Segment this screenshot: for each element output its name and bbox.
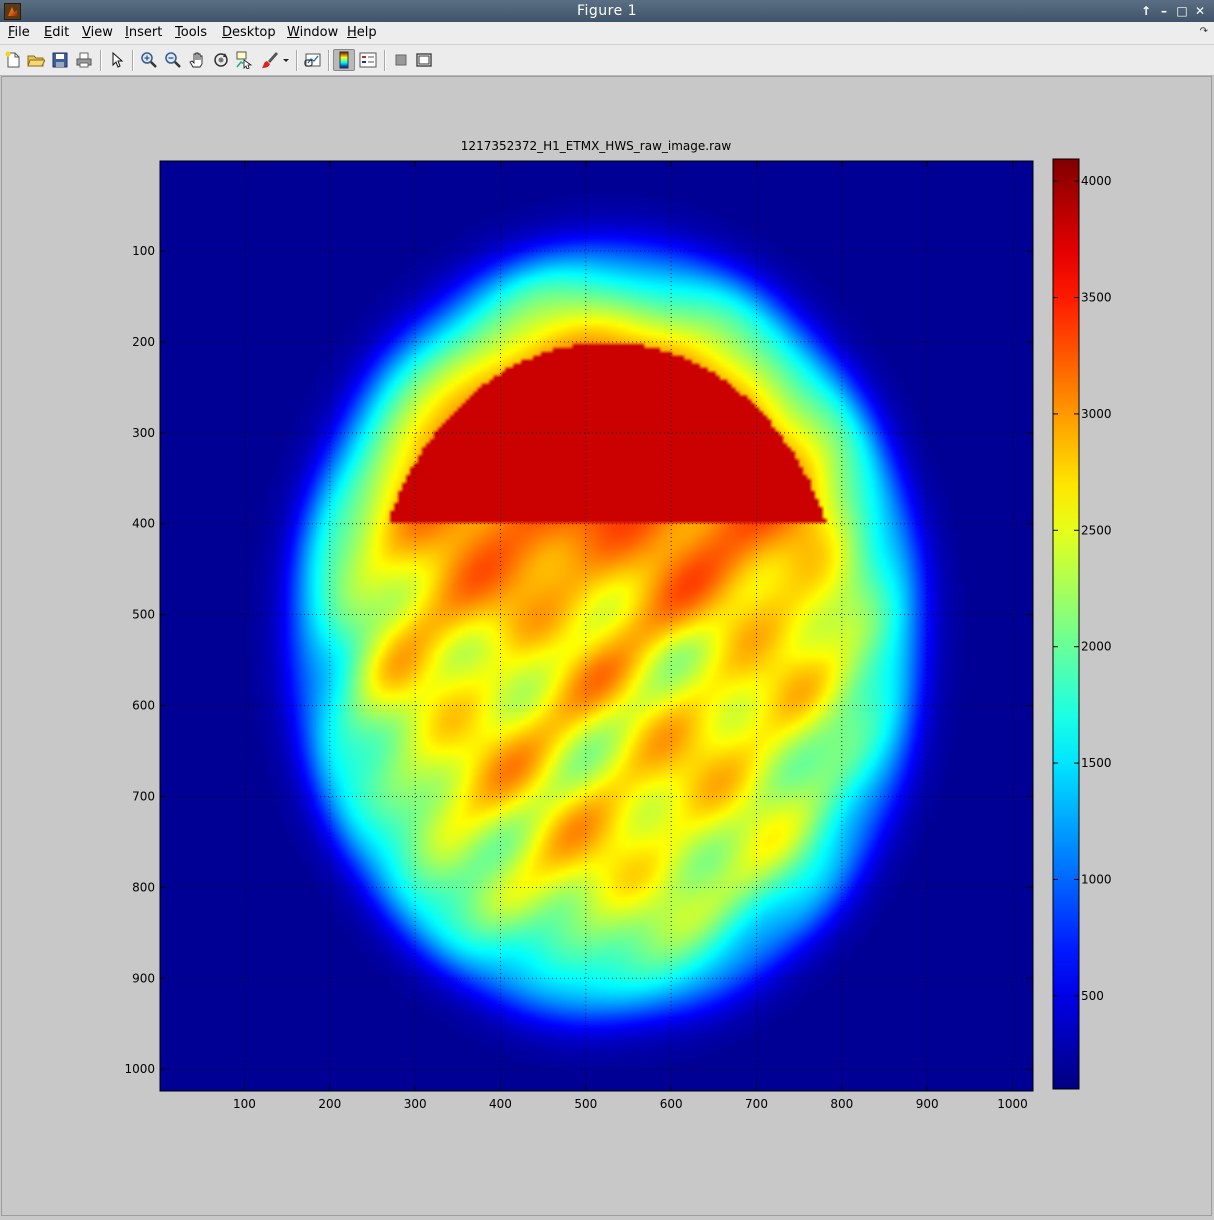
colorbar-tick-label: 1500 bbox=[1081, 756, 1112, 770]
colorbar-tick-label: 1000 bbox=[1081, 872, 1112, 886]
y-tick-label: 1000 bbox=[124, 1062, 155, 1076]
x-tick-label: 500 bbox=[574, 1097, 597, 1111]
heatmap-chart: 100 200 300 400 500 600 700 800 900 1000 100 200 30… bbox=[124, 139, 1112, 1111]
colorbar-tick-label: 3500 bbox=[1081, 291, 1112, 305]
x-tick-label: 800 bbox=[830, 1097, 853, 1111]
y-tick-label: 600 bbox=[132, 699, 155, 713]
colorbar-tick-label: 4000 bbox=[1081, 174, 1112, 188]
colorbar[interactable]: 500 1000 1500 2000 2500 3000 3500 4000 bbox=[1052, 158, 1112, 1090]
y-tick-label: 800 bbox=[132, 880, 155, 894]
x-tick-label: 300 bbox=[404, 1097, 427, 1111]
colorbar-gradient[interactable] bbox=[1052, 158, 1080, 1090]
colorbar-tick-label: 2000 bbox=[1081, 640, 1112, 654]
y-tick-label: 700 bbox=[132, 789, 155, 803]
x-tick-label: 1000 bbox=[997, 1097, 1028, 1111]
y-tick-label: 900 bbox=[132, 971, 155, 985]
colorbar-tick-label: 2500 bbox=[1081, 523, 1112, 537]
colorbar-tick-label: 500 bbox=[1081, 989, 1104, 1003]
y-tick-label: 100 bbox=[132, 244, 155, 258]
x-tick-label: 400 bbox=[489, 1097, 512, 1111]
y-tick-label: 200 bbox=[132, 335, 155, 349]
heatmap-image[interactable] bbox=[160, 161, 1033, 1091]
y-tick-label: 400 bbox=[132, 517, 155, 531]
chart-title: 1217352372_H1_ETMX_HWS_raw_image.raw bbox=[461, 139, 732, 153]
x-tick-label: 200 bbox=[318, 1097, 341, 1111]
y-tick-label: 500 bbox=[132, 608, 155, 622]
heatmap-raster[interactable] bbox=[160, 161, 1033, 1091]
colorbar-tick-label: 3000 bbox=[1081, 407, 1112, 421]
y-tick-label: 300 bbox=[132, 426, 155, 440]
x-tick-label: 900 bbox=[916, 1097, 939, 1111]
x-tick-label: 100 bbox=[233, 1097, 256, 1111]
x-tick-label: 600 bbox=[660, 1097, 683, 1111]
x-tick-label: 700 bbox=[745, 1097, 768, 1111]
